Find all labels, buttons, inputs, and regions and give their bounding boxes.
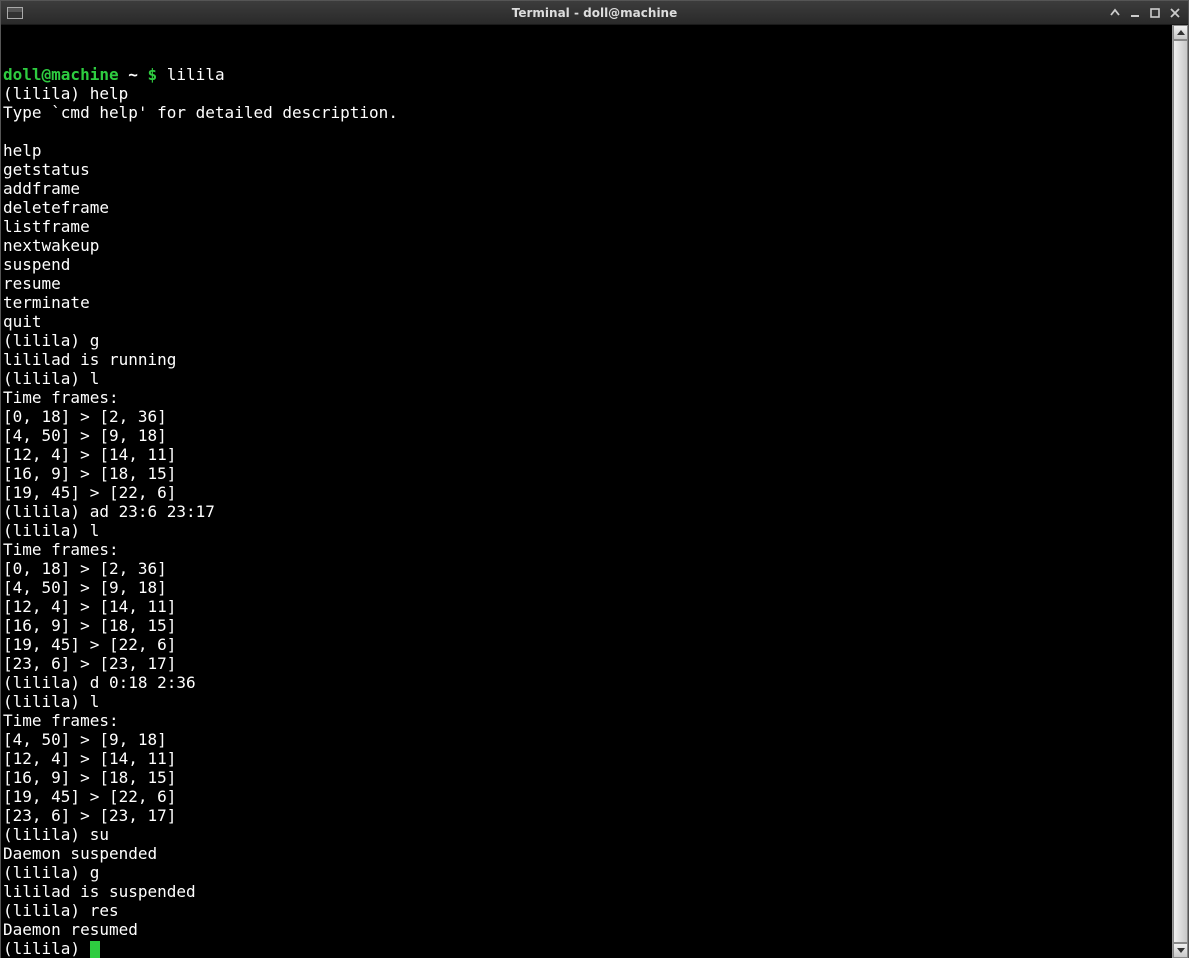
terminal-cursor (90, 941, 100, 958)
terminal-window: Terminal - doll@machine doll@machine ~ $… (0, 0, 1189, 958)
scroll-down-button[interactable] (1173, 943, 1188, 958)
roll-up-button[interactable] (1108, 6, 1122, 20)
close-button[interactable] (1168, 6, 1182, 20)
scroll-up-button[interactable] (1173, 25, 1188, 40)
maximize-button[interactable] (1148, 6, 1162, 20)
vertical-scrollbar[interactable] (1172, 25, 1188, 958)
scrollbar-thumb[interactable] (1173, 40, 1188, 943)
titlebar[interactable]: Terminal - doll@machine (1, 1, 1188, 25)
window-controls (1108, 6, 1188, 20)
minimize-button[interactable] (1128, 6, 1142, 20)
terminal-icon (7, 7, 23, 19)
terminal-viewport[interactable]: doll@machine ~ $ lilila (lilila) help Ty… (1, 25, 1172, 958)
terminal-content[interactable]: doll@machine ~ $ lilila (lilila) help Ty… (3, 65, 1172, 958)
window-title: Terminal - doll@machine (1, 6, 1188, 20)
scrollbar-track[interactable] (1173, 40, 1188, 943)
